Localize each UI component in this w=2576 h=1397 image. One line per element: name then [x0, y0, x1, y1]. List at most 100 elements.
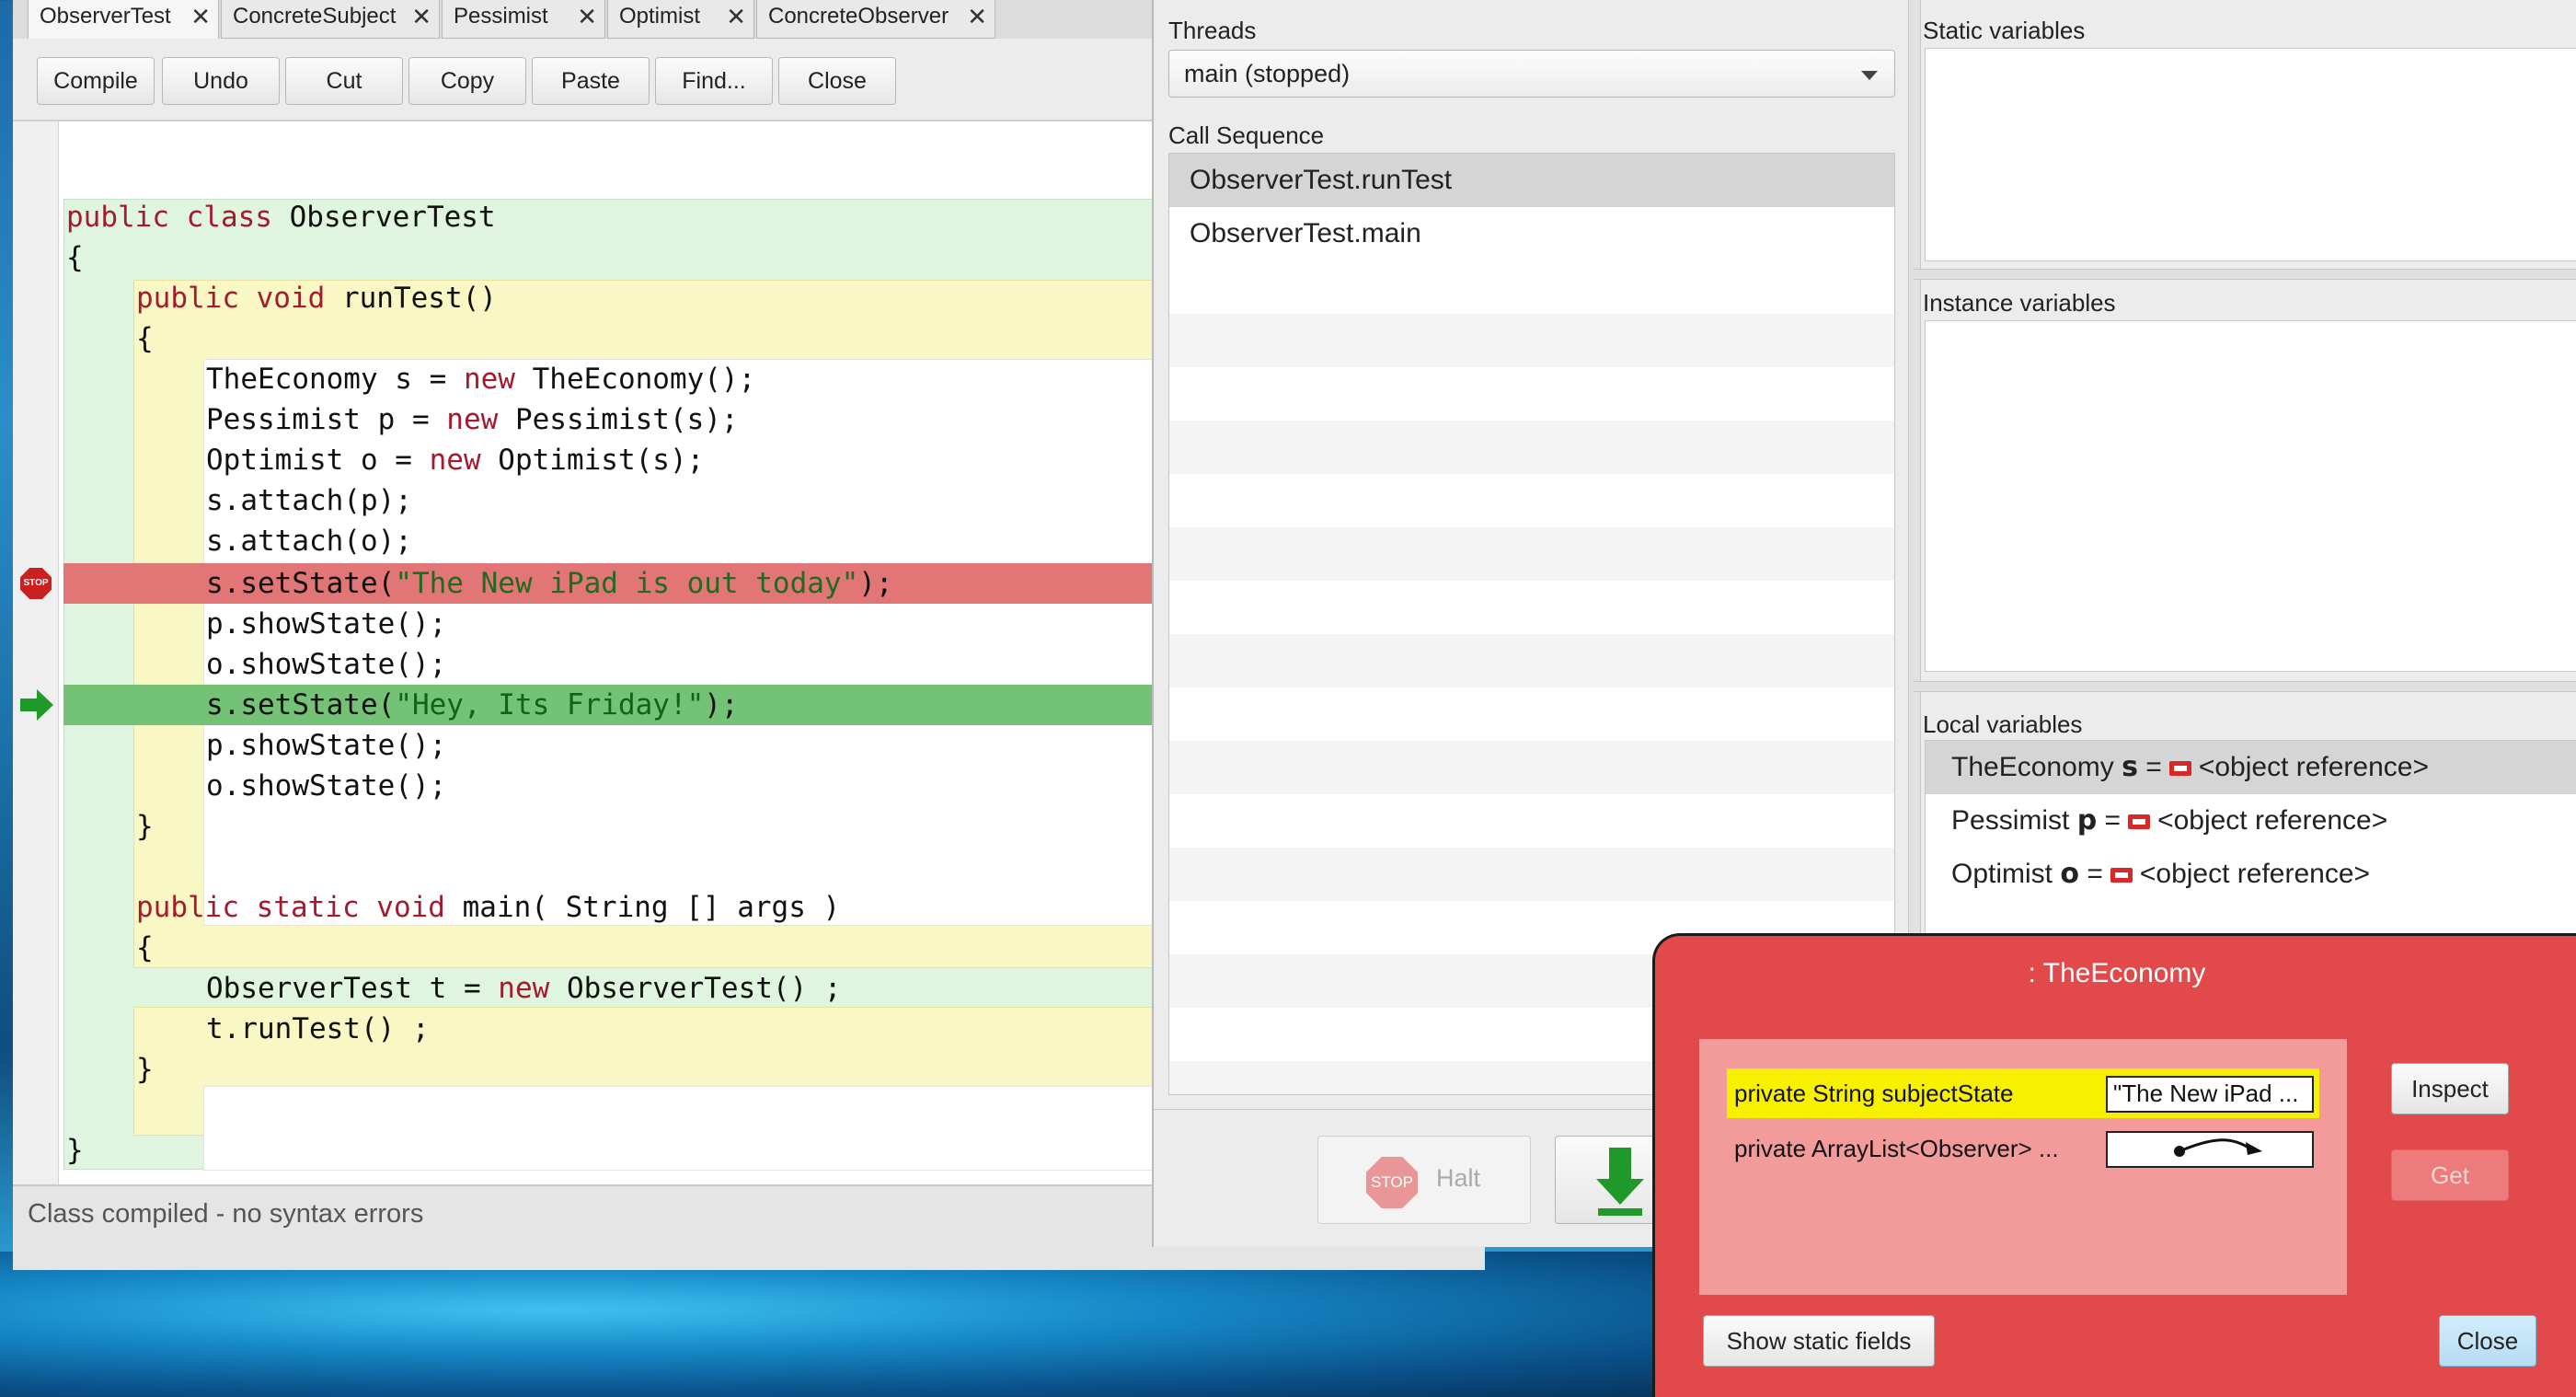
- field-label: private String subjectState: [1734, 1080, 2014, 1107]
- execution-arrow-icon: [20, 689, 53, 721]
- code-line: p.showState();: [206, 607, 447, 641]
- undo-button[interactable]: Undo: [162, 57, 280, 105]
- code-line: p.showState();: [206, 729, 447, 762]
- variable-name: o: [2060, 858, 2079, 890]
- chevron-down-icon: [1861, 71, 1878, 80]
- code-line: public class ObserverTest: [66, 201, 496, 234]
- compile-button[interactable]: Compile: [37, 57, 155, 105]
- list-stripe: [1169, 527, 1894, 581]
- local-variables-label: Local variables: [1923, 710, 2083, 738]
- cut-button[interactable]: Cut: [285, 57, 403, 105]
- code-line: public static void main( String [] args …: [136, 891, 841, 924]
- code-line: {: [136, 931, 154, 964]
- line-gutter[interactable]: [13, 121, 59, 1184]
- threads-label: Threads: [1168, 17, 1257, 44]
- show-static-fields-button[interactable]: Show static fields: [1703, 1315, 1935, 1367]
- variable-value: <object reference>: [2139, 859, 2371, 889]
- field-label: private ArrayList<Observer> ...: [1734, 1135, 2059, 1162]
- local-variable-row[interactable]: Pessimist p = <object reference>: [1926, 794, 2576, 848]
- close-icon[interactable]: ✕: [190, 0, 211, 33]
- object-inspector-window: : TheEconomy private String subjectState…: [1652, 933, 2576, 1397]
- code-line: Optimist o = new Optimist(s);: [206, 444, 705, 477]
- close-button[interactable]: Close: [778, 57, 896, 105]
- call-sequence-item[interactable]: ObserverTest.main: [1169, 207, 1894, 260]
- halt-label: Halt: [1436, 1164, 1481, 1192]
- call-sequence-label: Call Sequence: [1168, 121, 1325, 149]
- code-line: {: [136, 322, 154, 355]
- close-icon[interactable]: ✕: [967, 0, 987, 33]
- code-line: ObserverTest t = new ObserverTest() ;: [206, 972, 842, 1005]
- close-icon[interactable]: ✕: [577, 0, 597, 33]
- object-reference-icon: [2128, 814, 2151, 830]
- call-sequence-item[interactable]: ObserverTest.runTest: [1169, 154, 1894, 207]
- tab-concretesubject[interactable]: ConcreteSubject ✕: [221, 0, 440, 39]
- tab-label: ConcreteObserver: [768, 4, 949, 29]
- code-line: TheEconomy s = new TheEconomy();: [206, 363, 756, 396]
- desktop-wallpaper: [0, 1252, 1840, 1397]
- tab-label: Pessimist: [454, 4, 548, 29]
- variable-equals: =: [2145, 752, 2162, 782]
- tab-pessimist[interactable]: Pessimist ✕: [442, 0, 605, 39]
- variable-name: s: [2122, 751, 2138, 783]
- tab-observertest[interactable]: ObserverTest ✕: [28, 0, 219, 40]
- code-line: s.setState("The New iPad is out today");: [206, 567, 893, 600]
- list-stripe: [1169, 634, 1894, 687]
- code-line: o.showState();: [206, 769, 447, 802]
- object-reference-icon: [2168, 761, 2191, 777]
- field-value-reference: [2106, 1131, 2314, 1168]
- code-line: }: [136, 1053, 154, 1086]
- panel-divider[interactable]: [1914, 269, 2576, 280]
- code-line: }: [136, 810, 154, 843]
- instance-variables-list: [1925, 320, 2576, 672]
- code-line: o.showState();: [206, 648, 447, 681]
- reference-arrow-icon: [2174, 1138, 2262, 1157]
- variable-name: p: [2076, 804, 2098, 837]
- list-stripe: [1169, 314, 1894, 367]
- variable-value: <object reference>: [2157, 805, 2388, 836]
- thread-select[interactable]: main (stopped): [1168, 50, 1895, 98]
- inspector-fields: private String subjectState "The New iPa…: [1699, 1039, 2347, 1295]
- paste-button[interactable]: Paste: [532, 57, 650, 105]
- tab-label: Optimist: [619, 4, 701, 29]
- object-reference-icon: [2110, 868, 2133, 883]
- inspect-button[interactable]: Inspect: [2391, 1063, 2509, 1114]
- field-row[interactable]: private ArrayList<Observer> ...: [1727, 1124, 2319, 1173]
- copy-button[interactable]: Copy: [408, 57, 526, 105]
- method-body-main: [203, 1086, 1167, 1171]
- list-stripe: [1169, 741, 1894, 794]
- code-line: s.setState("Hey, Its Friday!");: [206, 688, 739, 722]
- find-button[interactable]: Find...: [655, 57, 773, 105]
- static-variables-list: [1925, 48, 2576, 261]
- tab-label: ConcreteSubject: [233, 4, 397, 29]
- stop-icon: STOP: [1366, 1157, 1418, 1208]
- variable-equals: =: [2104, 805, 2122, 836]
- static-variables-label: Static variables: [1923, 17, 2086, 44]
- field-row[interactable]: private String subjectState "The New iPa…: [1727, 1068, 2319, 1118]
- variable-type: Optimist: [1951, 859, 2053, 889]
- inspector-title: : TheEconomy: [2028, 958, 2206, 988]
- code-line: Pessimist p = new Pessimist(s);: [206, 403, 739, 436]
- code-line: {: [66, 241, 84, 274]
- code-line: s.attach(o);: [206, 525, 412, 558]
- code-line: public void runTest(): [136, 282, 497, 315]
- panel-divider[interactable]: [1914, 681, 2576, 692]
- halt-button[interactable]: STOP Halt: [1317, 1136, 1531, 1224]
- variable-type: Pessimist: [1951, 805, 2070, 836]
- variable-type: TheEconomy: [1951, 752, 2114, 782]
- tab-concreteobserver[interactable]: ConcreteObserver ✕: [756, 0, 995, 39]
- list-stripe: [1169, 421, 1894, 474]
- field-value: "The New iPad ...: [2106, 1076, 2314, 1113]
- get-button[interactable]: Get: [2391, 1149, 2509, 1201]
- close-icon[interactable]: ✕: [726, 0, 746, 33]
- tab-label: ObserverTest: [40, 4, 171, 29]
- instance-variables-label: Instance variables: [1923, 289, 2116, 317]
- variable-value: <object reference>: [2198, 752, 2429, 782]
- local-variable-row[interactable]: Optimist o = <object reference>: [1926, 848, 2576, 901]
- code-line: t.runTest() ;: [206, 1012, 430, 1045]
- local-variable-row[interactable]: TheEconomy s = <object reference>: [1926, 741, 2576, 794]
- thread-select-value: main (stopped): [1184, 60, 1351, 87]
- close-icon[interactable]: ✕: [411, 0, 431, 33]
- code-line: s.attach(p);: [206, 484, 412, 517]
- close-button[interactable]: Close: [2439, 1315, 2536, 1367]
- tab-optimist[interactable]: Optimist ✕: [607, 0, 754, 39]
